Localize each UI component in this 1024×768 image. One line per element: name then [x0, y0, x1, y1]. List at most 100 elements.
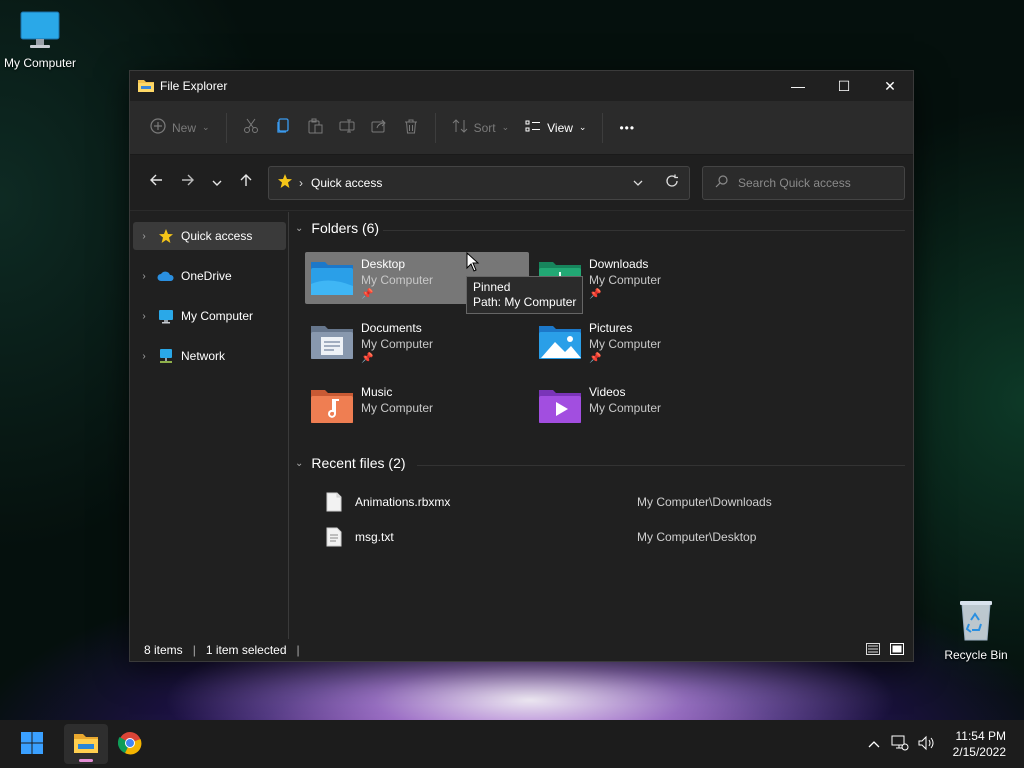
- command-bar: New ⌄ Sort ⌄ View ⌄ •••: [130, 101, 913, 155]
- arrow-right-icon: [181, 173, 195, 192]
- folder-name: Documents: [361, 321, 422, 335]
- copy-icon: [275, 118, 291, 137]
- cloud-icon: [155, 270, 177, 282]
- search-input[interactable]: [738, 175, 898, 190]
- view-button[interactable]: View ⌄: [517, 112, 594, 144]
- folders-section-header[interactable]: ⌄ Folders (6): [295, 220, 379, 236]
- expand-chevron-icon[interactable]: ›: [133, 351, 155, 362]
- arrow-up-icon: [239, 173, 253, 192]
- monitor-icon: [155, 308, 177, 324]
- tooltip-line: Path: My Computer: [473, 295, 577, 309]
- folder-tile-pictures[interactable]: Pictures My Computer 📌: [533, 316, 757, 368]
- status-bar: 8 items | 1 item selected |: [130, 639, 913, 661]
- rename-icon: [339, 118, 355, 137]
- paste-button[interactable]: [299, 112, 331, 144]
- collapse-chevron-icon: ⌄: [295, 457, 304, 469]
- window-title: File Explorer: [160, 79, 228, 93]
- network-status-button[interactable]: [887, 729, 913, 759]
- volume-button[interactable]: [913, 729, 939, 759]
- title-bar[interactable]: File Explorer — ☐ ✕: [130, 71, 913, 101]
- sort-label: Sort: [473, 120, 496, 135]
- tooltip-line: Pinned: [473, 280, 511, 294]
- sort-button[interactable]: Sort ⌄: [444, 112, 518, 144]
- sidebar-item-my-computer[interactable]: › My Computer: [133, 302, 286, 330]
- recent-file-row[interactable]: Animations.rbxmx My Computer\Downloads: [325, 487, 885, 517]
- recent-file-path: My Computer\Desktop: [637, 530, 757, 544]
- folder-name: Pictures: [589, 321, 633, 335]
- recent-file-row[interactable]: msg.txt My Computer\Desktop: [325, 522, 885, 552]
- more-options-button[interactable]: •••: [611, 112, 643, 144]
- expand-chevron-icon[interactable]: ›: [133, 311, 155, 322]
- folder-tile-documents[interactable]: Documents My Computer 📌: [305, 316, 529, 368]
- arrow-left-icon: [149, 173, 163, 192]
- folder-location: My Computer: [361, 337, 434, 351]
- text-file-icon: [325, 527, 343, 547]
- forward-button[interactable]: [172, 167, 204, 199]
- taskbar-chrome-button[interactable]: [108, 724, 152, 764]
- refresh-icon: [665, 174, 679, 191]
- breadcrumb-chevron-icon: ›: [299, 175, 303, 190]
- clipboard-icon: [307, 118, 323, 137]
- recent-file-path: My Computer\Downloads: [637, 495, 772, 509]
- sidebar-item-onedrive[interactable]: › OneDrive: [133, 262, 286, 290]
- show-hidden-icons-button[interactable]: [861, 729, 887, 759]
- maximize-button[interactable]: ☐: [821, 71, 867, 101]
- clock-date: 2/15/2022: [952, 745, 1006, 759]
- delete-button[interactable]: [395, 112, 427, 144]
- address-dropdown-button[interactable]: [621, 174, 655, 191]
- recycle-bin-icon: [954, 596, 998, 644]
- expand-chevron-icon[interactable]: ›: [133, 271, 155, 282]
- tiles-view-icon: [890, 642, 904, 658]
- recent-locations-button[interactable]: [204, 167, 230, 199]
- address-bar[interactable]: › Quick access: [268, 165, 690, 200]
- folder-app-icon: [138, 78, 154, 95]
- taskbar-clock[interactable]: 11:54 PM 2/15/2022: [939, 728, 1024, 760]
- sidebar-item-quick-access[interactable]: › Quick access: [133, 222, 286, 250]
- desktop-icon-label: My Computer: [3, 56, 77, 70]
- taskbar-file-explorer-button[interactable]: [64, 724, 108, 764]
- folder-tile-videos[interactable]: Videos My Computer: [533, 380, 757, 432]
- desktop-icon-label: Recycle Bin: [944, 648, 1008, 662]
- folder-location: My Computer: [589, 401, 662, 415]
- copy-button[interactable]: [267, 112, 299, 144]
- chevron-down-icon: ⌄: [202, 122, 210, 132]
- minimize-button[interactable]: —: [775, 71, 821, 101]
- scissors-icon: [243, 118, 259, 137]
- taskbar: 11:54 PM 2/15/2022: [0, 720, 1024, 768]
- content-pane: ⌄ Folders (6) Desktop My Computer 📌 Down…: [289, 212, 913, 661]
- desktop-icon-recycle-bin[interactable]: Recycle Bin: [936, 596, 1016, 662]
- breadcrumb-quick-access[interactable]: Quick access: [311, 176, 382, 190]
- refresh-button[interactable]: [655, 174, 689, 191]
- share-button[interactable]: [363, 112, 395, 144]
- toolbar-divider: [225, 112, 227, 143]
- search-box[interactable]: [702, 165, 905, 200]
- star-icon: [277, 173, 293, 192]
- pin-icon: 📌: [589, 289, 602, 300]
- view-list-icon: [525, 118, 541, 137]
- folder-tile-music[interactable]: Music My Computer: [305, 380, 529, 432]
- rename-button[interactable]: [331, 112, 363, 144]
- folder-name: Music: [361, 385, 393, 399]
- search-icon: [715, 174, 728, 191]
- recent-files-heading: Recent files (2): [311, 455, 406, 471]
- new-button[interactable]: New ⌄: [142, 112, 218, 144]
- sidebar-item-network[interactable]: › Network: [133, 342, 286, 370]
- clock-time: 11:54 PM: [955, 729, 1006, 743]
- back-button[interactable]: [140, 167, 172, 199]
- up-button[interactable]: [230, 167, 262, 199]
- tiles-view-button[interactable]: [887, 642, 907, 658]
- toolbar-divider: [602, 112, 604, 143]
- details-view-icon: [866, 642, 880, 658]
- start-button[interactable]: [10, 724, 54, 764]
- desktop-icon-my-computer[interactable]: My Computer: [0, 8, 80, 70]
- more-icon: •••: [619, 120, 636, 135]
- expand-chevron-icon[interactable]: ›: [133, 231, 155, 242]
- chevron-down-icon: ⌄: [501, 122, 510, 132]
- close-button[interactable]: ✕: [867, 71, 913, 101]
- cut-button[interactable]: [235, 112, 267, 144]
- recent-files-section-header[interactable]: ⌄ Recent files (2): [295, 455, 406, 471]
- folder-location: My Computer: [361, 273, 434, 287]
- active-indicator: [79, 759, 93, 762]
- details-view-button[interactable]: [863, 642, 883, 658]
- recent-file-name: Animations.rbxmx: [355, 495, 451, 509]
